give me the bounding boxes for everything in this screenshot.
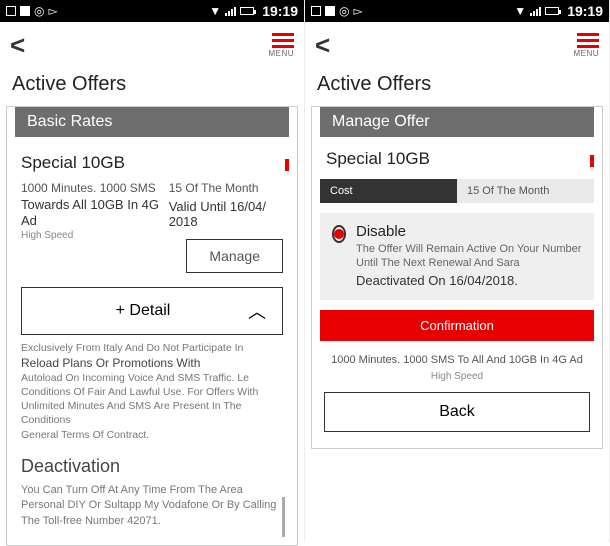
fine-line: Autoload On Incoming Voice And SMS Traff… <box>21 371 283 385</box>
valid-until: Valid Until 16/04/ 2018 <box>169 199 283 229</box>
app-header: < MENU <box>305 22 609 65</box>
status-icon <box>20 6 30 16</box>
menu-button[interactable]: MENU <box>573 33 599 58</box>
status-time: 19:19 <box>567 3 603 19</box>
status-bar: ◎ ▻ ▼ 19:19 <box>0 0 304 22</box>
fine-line: Exclusively From Italy And Do Not Partic… <box>21 341 283 355</box>
offer-summary-sub: High Speed <box>312 371 602 382</box>
renew-day: 15 Of The Month <box>169 181 283 197</box>
back-button-large[interactable]: Back <box>324 392 590 432</box>
gps-icon: ◎ <box>34 4 44 18</box>
fine-print: Exclusively From Italy And Do Not Partic… <box>21 341 283 442</box>
offer-card: Basic Rates Special 10GB 1000 Minutes. 1… <box>6 106 298 546</box>
fine-line: General Terms Of Contract. <box>21 428 283 442</box>
phone-right: ◎ ▻ ▼ 19:19 < MENU Active Offers Manage … <box>305 0 610 542</box>
battery-icon <box>240 7 254 15</box>
status-icon <box>311 6 321 16</box>
status-icon <box>6 6 16 16</box>
section-header: Manage Offer <box>320 107 594 137</box>
minutes-sms-text: 1000 Minutes. 1000 SMS <box>21 181 161 197</box>
flag-icon: ▻ <box>353 4 362 18</box>
offer-summary: 1000 Minutes. 1000 SMS To All And 10GB I… <box>312 349 602 371</box>
back-button[interactable]: < <box>315 30 330 61</box>
menu-button[interactable]: MENU <box>268 33 294 58</box>
detail-toggle[interactable]: + Detail ︿ <box>21 287 283 335</box>
status-icon <box>325 6 335 16</box>
status-bar: ◎ ▻ ▼ 19:19 <box>305 0 609 22</box>
manage-card: Manage Offer Special 10GB Cost 15 Of The… <box>311 106 603 449</box>
speed-text: High Speed <box>21 230 161 241</box>
fine-line: Reload Plans Or Promotions With <box>21 355 283 371</box>
disable-title: Disable <box>356 223 582 240</box>
phone-left: ◎ ▻ ▼ 19:19 < MENU Active Offers Basic R… <box>0 0 305 542</box>
disable-message: The Offer Will Remain Active On Your Num… <box>356 242 582 271</box>
flag-icon: ▻ <box>48 4 57 18</box>
tab-renew-day[interactable]: 15 Of The Month <box>457 179 594 203</box>
page-title: Active Offers <box>305 65 609 106</box>
signal-icon <box>225 6 236 16</box>
menu-label: MENU <box>268 49 294 58</box>
deactivation-title: Deactivation <box>21 456 283 477</box>
tabs: Cost 15 Of The Month <box>320 179 594 203</box>
disable-option[interactable]: Disable The Offer Will Remain Active On … <box>320 213 594 300</box>
confirmation-button[interactable]: Confirmation <box>320 310 594 341</box>
towards-text: Towards All 10GB In 4G Ad <box>21 197 161 231</box>
hamburger-icon <box>268 33 294 48</box>
back-button[interactable]: < <box>10 30 25 61</box>
fine-line: Conditions Of Fair And Lawful Use. For O… <box>21 385 283 428</box>
scrollbar[interactable] <box>282 497 285 537</box>
disable-date: Deactivated On 16/04/2018. <box>356 273 582 288</box>
status-time: 19:19 <box>262 3 298 19</box>
tab-cost[interactable]: Cost <box>320 179 457 203</box>
signal-icon <box>530 6 541 16</box>
manage-button[interactable]: Manage <box>186 239 283 273</box>
offer-name: Special 10GB <box>326 149 588 169</box>
hamburger-icon <box>573 33 599 48</box>
menu-label: MENU <box>573 49 599 58</box>
wifi-icon: ▼ <box>209 4 221 18</box>
wifi-icon: ▼ <box>514 4 526 18</box>
offer-name: Special 10GB <box>21 153 283 173</box>
detail-label: + Detail <box>38 302 248 320</box>
chevron-up-icon: ︿ <box>248 298 266 324</box>
section-header: Basic Rates <box>15 107 289 137</box>
app-header: < MENU <box>0 22 304 65</box>
radio-selected-icon <box>332 225 346 243</box>
battery-icon <box>545 7 559 15</box>
page-title: Active Offers <box>0 65 304 106</box>
gps-icon: ◎ <box>339 4 349 18</box>
deactivation-text: You Can Turn Off At Any Time From The Ar… <box>21 483 283 529</box>
